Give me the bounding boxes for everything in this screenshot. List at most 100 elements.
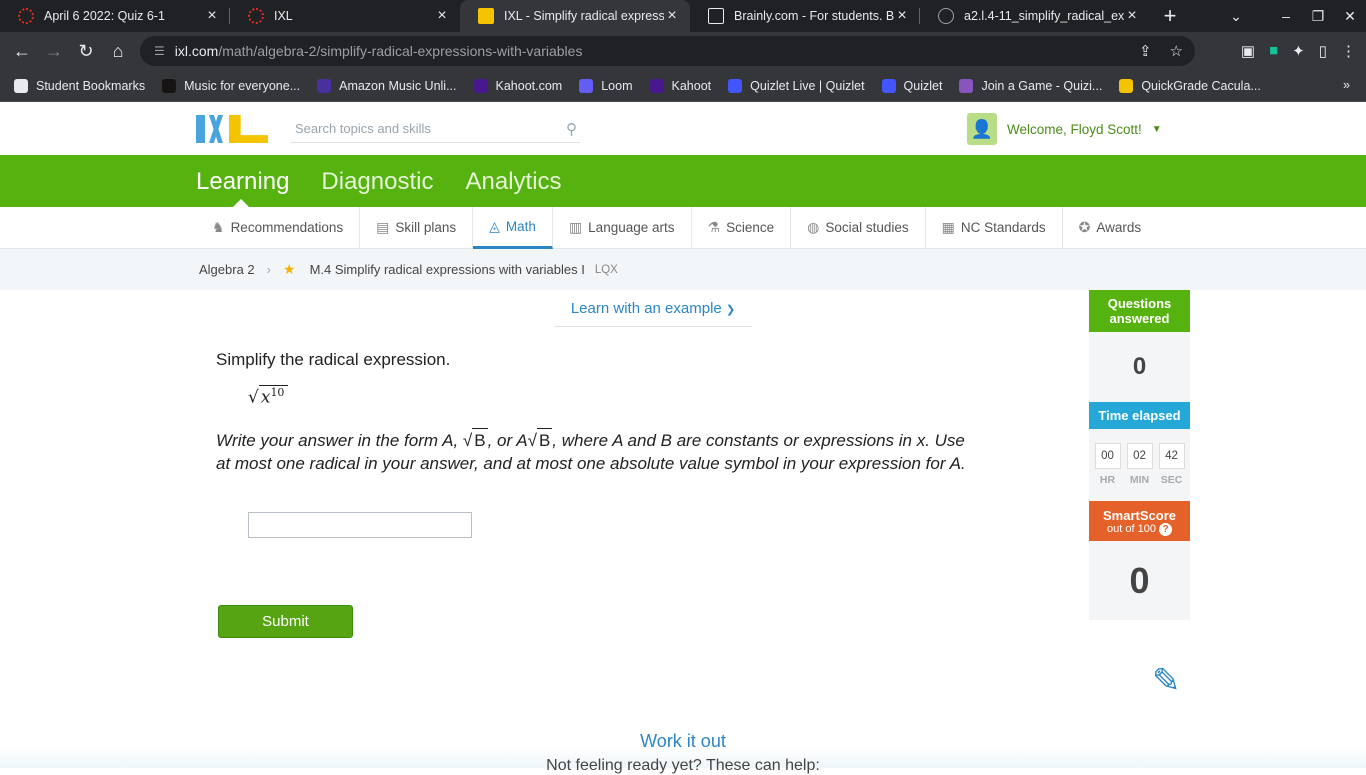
search-input[interactable]: Search topics and skills ⚲ [290, 115, 580, 143]
smartscore-sub: out of 100 [1107, 523, 1156, 535]
questions-answered-label: Questions answered [1089, 290, 1190, 332]
scratchpad-pencil-icon[interactable]: ✎ [1152, 661, 1181, 701]
url-path: /math/algebra-2/simplify-radical-express… [218, 43, 583, 59]
help-icon[interactable]: ? [1159, 523, 1172, 536]
learn-with-example-link[interactable]: Learn with an example ❯ [554, 299, 752, 327]
chevron-down-icon: ❯ [725, 304, 736, 316]
close-tab-icon[interactable]: × [1124, 7, 1140, 25]
folder-icon [14, 78, 28, 93]
caret-down-icon: ▼ [1151, 123, 1162, 135]
brainly-favicon-icon [708, 8, 724, 24]
close-tab-icon[interactable]: × [434, 7, 450, 25]
ixl-logo[interactable] [196, 115, 268, 145]
radical-expression: √ x10 [248, 385, 289, 408]
bookmark-item[interactable]: Music for everyone... [162, 78, 300, 93]
social-studies-icon: ◍ [807, 219, 820, 235]
extensions-puzzle-icon[interactable]: ✦ [1292, 42, 1305, 60]
timer-minutes: 02 [1126, 443, 1153, 469]
smartscore-value: 0 [1089, 541, 1190, 620]
main-nav-bar: Learning Diagnostic Analytics [0, 155, 1366, 207]
bookmark-favicon-icon [959, 78, 974, 93]
bookmark-item[interactable]: Kahoot.com [473, 78, 563, 93]
browser-tab[interactable]: April 6 2022: Quiz 6-1 × [0, 0, 230, 32]
tab-language-arts[interactable]: ▥ Language arts [553, 206, 692, 249]
skill-code: LQX [594, 263, 618, 276]
browser-tab[interactable]: IXL × [230, 0, 460, 32]
home-icon[interactable]: ⌂ [102, 41, 134, 62]
skill-plans-icon: ▤ [376, 219, 390, 235]
bookmark-label: Kahoot.com [495, 78, 563, 93]
close-tab-icon[interactable]: × [664, 7, 680, 25]
close-tab-icon[interactable]: × [204, 7, 220, 25]
smartscore-label: SmartScore [1103, 508, 1176, 523]
submit-button[interactable]: Submit [218, 605, 353, 638]
bookmark-favicon-icon [728, 78, 743, 93]
avatar-icon: 👤 [967, 113, 997, 145]
forward-icon[interactable]: → [38, 41, 70, 62]
nav-analytics[interactable]: Analytics [465, 168, 561, 196]
close-window-icon[interactable]: ✕ [1334, 8, 1366, 25]
share-icon[interactable]: ⇪ [1139, 42, 1152, 60]
bookmark-item[interactable]: Quizlet Live | Quizlet [728, 78, 865, 93]
tab-awards[interactable]: ✪ Awards [1063, 207, 1158, 249]
search-icon[interactable]: ⚲ [566, 120, 577, 138]
back-icon[interactable]: ← [6, 41, 38, 62]
bookmark-favicon-icon [579, 78, 594, 93]
ixl-favicon-icon [478, 8, 494, 24]
window-controls: ⌄ – ❐ ✕ [1220, 0, 1366, 32]
bookmark-label: Kahoot [671, 78, 712, 93]
nav-diagnostic[interactable]: Diagnostic [321, 168, 433, 196]
standards-icon: ▦ [941, 219, 955, 235]
math-icon: ◬ [489, 217, 500, 234]
search-placeholder: Search topics and skills [295, 121, 431, 136]
bookmark-item[interactable]: Student Bookmarks [14, 78, 146, 93]
bookmark-label: Student Bookmarks [36, 78, 146, 93]
bookmark-item[interactable]: Amazon Music Unli... [317, 78, 457, 93]
site-info-icon[interactable]: ☰ [154, 44, 165, 58]
tab-recommendations[interactable]: ♞ Recommendations [212, 206, 361, 249]
address-bar[interactable]: ☰ ixl.com/math/algebra-2/simplify-radica… [140, 36, 1195, 66]
close-tab-icon[interactable]: × [894, 7, 910, 25]
restore-icon[interactable]: ❐ [1302, 8, 1334, 25]
side-panel-icon[interactable]: ▯ [1319, 42, 1327, 60]
welcome-text: Welcome, Floyd Scott! [1007, 121, 1142, 137]
more-bookmarks-icon[interactable]: » [1343, 78, 1350, 92]
bookmark-item[interactable]: QuickGrade Cacula... [1119, 78, 1261, 93]
extension-icon[interactable]: ▣ [1241, 42, 1255, 60]
menu-dots-icon[interactable]: ⋮ [1341, 42, 1356, 60]
bookmark-label: Quizlet [903, 78, 943, 93]
tab-science[interactable]: ⚗ Science [692, 206, 792, 249]
reload-icon[interactable]: ↻ [70, 41, 102, 62]
recommendations-icon: ♞ [212, 219, 225, 235]
bookmark-item[interactable]: Kahoot [649, 78, 712, 93]
timer-seconds: 42 [1158, 443, 1185, 469]
score-sidebar: Questions answered 0 Time elapsed 00 HR 0… [1089, 290, 1190, 620]
site-header: Search topics and skills ⚲ 👤 Welcome, Fl… [0, 103, 1366, 155]
bookmark-star-icon[interactable]: ☆ [1170, 42, 1183, 60]
bookmark-item[interactable]: Quizlet [881, 78, 943, 93]
bookmark-favicon-icon [1119, 78, 1134, 93]
tab-title: Brainly.com - For students. By [734, 9, 894, 23]
awards-icon: ✪ [1078, 219, 1091, 235]
nav-learning[interactable]: Learning [196, 168, 289, 196]
breadcrumb-course[interactable]: Algebra 2 [199, 262, 255, 277]
tab-search-icon[interactable]: ⌄ [1220, 8, 1252, 25]
tab-math[interactable]: ◬ Math [473, 206, 553, 249]
subject-nav: ♞ Recommendations ▤ Skill plans ◬ Math ▥ Lan… [0, 206, 1366, 249]
bookmark-item[interactable]: Loom [579, 78, 633, 93]
user-menu[interactable]: 👤 Welcome, Floyd Scott! ▼ [967, 113, 1162, 145]
new-tab-button[interactable]: + [1150, 0, 1190, 32]
bookmark-favicon-icon [649, 78, 664, 93]
tab-skill-plans[interactable]: ▤ Skill plans [360, 206, 474, 249]
browser-tab-active[interactable]: IXL - Simplify radical expressio × [460, 0, 690, 32]
bookmark-label: QuickGrade Cacula... [1141, 78, 1261, 93]
browser-tab[interactable]: a2.l.4-11_simplify_radical_exp × [920, 0, 1150, 32]
answer-input[interactable] [248, 512, 472, 538]
minimize-icon[interactable]: – [1270, 8, 1302, 24]
tab-nc-standards[interactable]: ▦ NC Standards [926, 206, 1063, 249]
grammarly-icon[interactable]: ■ [1269, 42, 1278, 60]
bookmark-item[interactable]: Join a Game - Quizi... [959, 78, 1102, 93]
bookmark-favicon-icon [317, 78, 332, 93]
tab-social-studies[interactable]: ◍ Social studies [791, 206, 926, 249]
browser-tab[interactable]: Brainly.com - For students. By × [690, 0, 920, 32]
